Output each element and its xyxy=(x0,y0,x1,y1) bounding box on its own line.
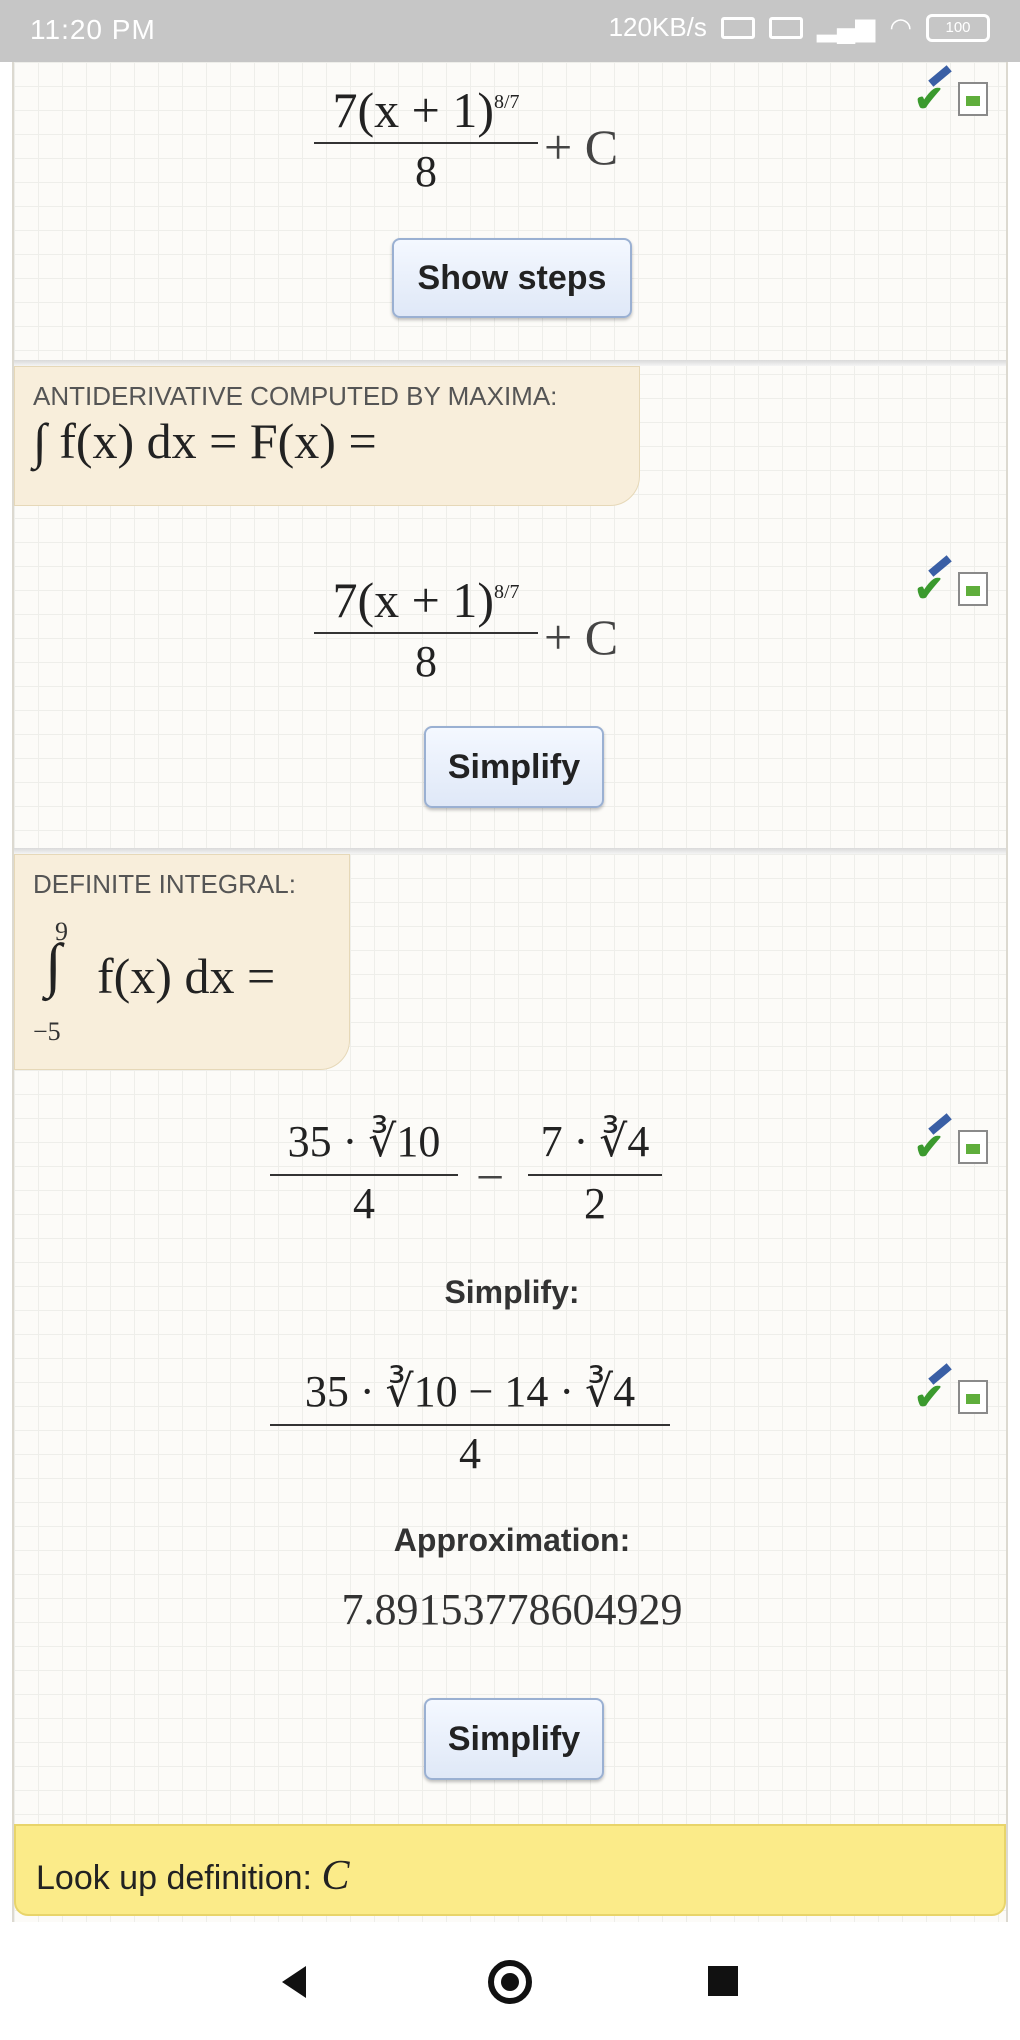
approximation-value: 7.89153778604929 xyxy=(341,1585,683,1634)
fraction-bar xyxy=(270,1174,458,1176)
first-numerator: 35 · ∛10 xyxy=(287,1117,441,1166)
antiderivative-heading: ANTIDERIVATIVE COMPUTED BY MAXIMA: xyxy=(33,381,558,411)
show-steps-button[interactable]: Show steps xyxy=(392,238,632,318)
navigation-bar xyxy=(0,1922,1020,2040)
sim-icon xyxy=(720,16,755,39)
result-fraction: 7(x + 1)8/7 8 xyxy=(314,80,538,198)
second-numerator: 7 · ∛4 xyxy=(540,1117,650,1166)
minus-sign: − xyxy=(476,1149,505,1205)
data-icon xyxy=(768,16,803,39)
fraction-bar xyxy=(314,632,538,634)
simplified-denominator: 4 xyxy=(459,1429,481,1478)
home-icon[interactable] xyxy=(488,1960,532,2004)
second-denominator: 2 xyxy=(584,1179,606,1228)
lower-limit: −5 xyxy=(33,1017,61,1046)
simplified-numerator: 35 · ∛10 − 14 · ∛4 xyxy=(304,1367,636,1416)
recent-apps-icon[interactable] xyxy=(708,1966,738,1996)
definite-integral-formula: f(x) dx = xyxy=(97,948,276,1004)
definite-integral-heading: DEFINITE INTEGRAL: xyxy=(33,869,296,899)
lookup-definition-bar[interactable]: Look up definition: C xyxy=(14,1824,1006,1916)
result-denominator: 8 xyxy=(415,147,437,196)
simplify-label: Simplify: xyxy=(444,1274,580,1310)
check-icon[interactable]: ✔ xyxy=(914,568,944,610)
antiderivative-label-box: ANTIDERIVATIVE COMPUTED BY MAXIMA: ∫ f(x… xyxy=(14,366,640,506)
status-icons: 120KB/s ▂▄▆ ◠ 100 xyxy=(609,12,990,43)
document-icon[interactable] xyxy=(958,572,988,606)
integral-sign: ∫ xyxy=(45,932,62,998)
check-icon[interactable]: ✔ xyxy=(914,1376,944,1418)
antiderivative-formula: ∫ f(x) dx = F(x) = xyxy=(33,413,377,469)
results-panel: 7(x + 1)8/7 8 + C ✔ Show steps ANTIDERIV… xyxy=(12,62,1008,1922)
result-numerator: 7(x + 1) xyxy=(332,82,494,138)
first-denominator: 4 xyxy=(353,1179,375,1228)
document-icon[interactable] xyxy=(958,82,988,116)
result-tools[interactable]: ✔ xyxy=(914,65,994,122)
fraction-bar xyxy=(270,1424,670,1426)
status-bar: 11:20 PM 120KB/s ▂▄▆ ◠ 100 xyxy=(0,0,1020,62)
battery-icon: 100 xyxy=(926,13,990,42)
simplify-button[interactable]: Simplify xyxy=(424,726,604,808)
check-icon[interactable]: ✔ xyxy=(914,78,944,120)
check-icon[interactable]: ✔ xyxy=(914,1126,944,1168)
second-fraction: 7 · ∛4 2 xyxy=(528,1112,662,1230)
signal-icon: ▂▄▆ xyxy=(816,12,876,42)
status-time: 11:20 PM xyxy=(30,14,156,45)
definite-result-tools[interactable]: ✔ xyxy=(914,1113,994,1170)
document-icon[interactable] xyxy=(958,1380,988,1414)
fraction-bar xyxy=(528,1174,662,1176)
wifi-icon: ◠ xyxy=(889,12,912,42)
first-fraction: 35 · ∛10 4 xyxy=(270,1112,458,1230)
antiderivative-exponent: 8/7 xyxy=(493,581,520,603)
fraction-bar xyxy=(314,142,538,144)
simplify-button[interactable]: Simplify xyxy=(424,1698,604,1780)
plus-constant: + C xyxy=(544,609,619,665)
antiderivative-fraction: 7(x + 1)8/7 8 xyxy=(314,570,538,688)
plus-constant: + C xyxy=(544,119,619,175)
back-icon[interactable] xyxy=(282,1966,306,1998)
result-exponent: 8/7 xyxy=(493,91,520,113)
document-icon[interactable] xyxy=(958,1130,988,1164)
simplified-fraction: 35 · ∛10 − 14 · ∛4 4 xyxy=(270,1362,670,1480)
lookup-label: Look up definition: xyxy=(36,1859,312,1897)
definite-integral-label-box: DEFINITE INTEGRAL: 9 ∫ −5 f(x) dx = xyxy=(14,854,350,1070)
network-speed: 120KB/s xyxy=(608,12,707,42)
lookup-term[interactable]: C xyxy=(321,1853,349,1899)
simplified-result-tools[interactable]: ✔ xyxy=(914,1363,994,1420)
antiderivative-tools[interactable]: ✔ xyxy=(914,555,994,612)
approximation-label: Approximation: xyxy=(393,1522,631,1558)
antiderivative-numerator: 7(x + 1) xyxy=(332,572,494,628)
antiderivative-denominator: 8 xyxy=(415,637,437,686)
